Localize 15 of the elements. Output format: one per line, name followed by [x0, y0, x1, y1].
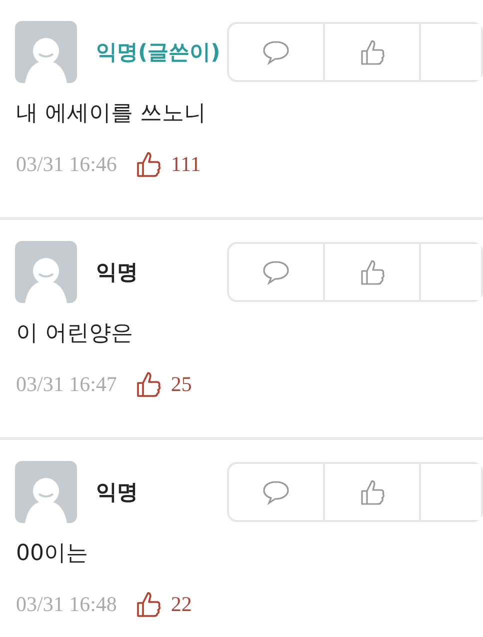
comment-text: 내 에세이를 쓰노니	[16, 100, 207, 128]
like-count: 25	[170, 372, 192, 396]
avatar-icon	[15, 21, 77, 83]
comment-time: 03/31 16:48	[16, 592, 117, 616]
comment-text: 00이는	[16, 540, 89, 568]
author-name: 익명	[96, 479, 139, 506]
author-name: 익명(글쓴이)	[96, 39, 222, 66]
author-name: 익명	[96, 259, 139, 286]
comment-time: 03/31 16:46	[16, 152, 117, 176]
comment-text: 이 어린양은	[16, 320, 134, 348]
avatar-icon	[15, 461, 77, 523]
comment-time: 03/31 16:47	[16, 372, 117, 396]
like-count: 22	[170, 592, 192, 616]
avatar-icon	[15, 241, 77, 303]
like-count: 111	[170, 152, 201, 176]
